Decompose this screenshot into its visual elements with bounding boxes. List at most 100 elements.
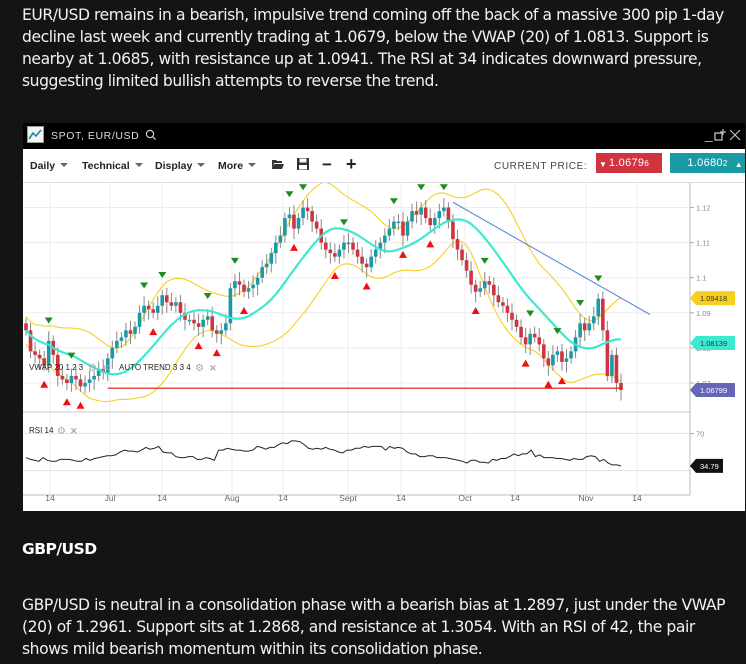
candle-up	[596, 298, 601, 317]
fractal-low-marker	[426, 240, 435, 248]
trend-lines	[107, 201, 651, 389]
fractal-high-marker	[526, 310, 535, 317]
gbpusd-analysis-paragraph: GBP/USD is neutral in a consolidation ph…	[22, 596, 726, 658]
candle-up	[205, 316, 210, 320]
fractal-high-marker	[389, 198, 398, 205]
candle-up	[142, 305, 146, 313]
candle-down	[178, 302, 183, 313]
menu-display[interactable]: Display	[155, 160, 206, 172]
candle-down	[455, 239, 460, 250]
candle-up	[233, 281, 237, 289]
folder-open-icon[interactable]	[271, 157, 285, 171]
fractal-low-marker	[194, 342, 203, 350]
fractal-high-marker	[339, 219, 348, 226]
candle-down	[414, 211, 419, 215]
ask-price-button[interactable]: 1.06802 ▲	[670, 153, 745, 173]
candle-down	[514, 319, 519, 327]
fractal-markers	[40, 184, 603, 409]
rsi-settings-icon: ⚙	[57, 426, 66, 437]
candle-up	[528, 333, 532, 345]
fractal-low-marker	[76, 401, 85, 409]
candle-up	[346, 242, 351, 245]
fractal-high-marker	[594, 275, 603, 282]
x-tick-label: 14	[278, 493, 288, 503]
fractal-high-marker	[203, 293, 212, 299]
fractal-high-marker	[158, 271, 167, 278]
candle-up	[87, 379, 92, 383]
chevron-down-icon	[197, 163, 206, 167]
candle-up	[392, 221, 396, 229]
menu-technical[interactable]: Technical	[82, 160, 143, 172]
x-tick-label: Jul	[105, 493, 116, 503]
candle-up	[119, 337, 124, 341]
close-icon[interactable]	[729, 128, 741, 144]
candle-down	[464, 260, 469, 271]
candle-down	[605, 330, 610, 376]
popout-icon[interactable]	[714, 128, 726, 144]
candle-down	[151, 309, 155, 313]
arrow-down-icon: ▼	[599, 160, 608, 169]
fractal-low-marker	[40, 380, 49, 388]
candle-down	[510, 312, 514, 320]
candle-up	[437, 211, 442, 219]
ask-pip: 2	[722, 159, 728, 168]
candle-up	[405, 221, 410, 236]
candle-down	[505, 305, 510, 313]
candle-up	[569, 351, 573, 359]
fractal-high-marker	[576, 300, 585, 307]
candle-down	[60, 375, 65, 380]
candle-up	[255, 277, 260, 285]
candle-down	[496, 295, 501, 303]
vwap-settings-icon: ⚙	[88, 363, 97, 374]
rsi-panel	[25, 440, 622, 467]
candle-down	[214, 330, 219, 334]
candle-down	[165, 295, 169, 303]
bid-price-button[interactable]: ▼ 1.06796	[596, 153, 662, 173]
gbpusd-heading: GBP/USD	[22, 540, 97, 558]
fractal-low-marker	[398, 250, 407, 258]
candle-down	[546, 358, 551, 366]
lower-band-line	[25, 240, 622, 403]
zoom-in-button[interactable]: +	[346, 154, 357, 175]
candle-up	[92, 375, 96, 380]
candle-up	[278, 235, 283, 243]
candle-up	[219, 330, 224, 334]
fractal-low-marker	[149, 328, 158, 336]
price-chart[interactable]: 1.121.111.11.091.081.071.094181.081391.0…	[23, 183, 745, 511]
rsi-value-label: 34.79	[700, 462, 719, 471]
candle-up	[283, 218, 287, 236]
y-tick-label: 1.1	[696, 274, 706, 283]
fractal-high-marker	[417, 184, 426, 191]
menu-more[interactable]: More	[218, 160, 257, 172]
candle-up	[564, 358, 569, 362]
price-tag-label: 1.08139	[700, 339, 727, 348]
candle-down	[460, 249, 464, 261]
candle-up	[187, 319, 192, 322]
current-price-label: CURRENT PRICE:	[494, 161, 588, 172]
save-icon[interactable]	[296, 157, 310, 171]
candle-up	[69, 375, 74, 383]
menu-daily[interactable]: Daily	[30, 160, 69, 172]
candle-down	[310, 211, 314, 222]
zoom-out-button[interactable]: −	[322, 155, 332, 175]
minimize-icon[interactable]: _	[705, 126, 713, 142]
chevron-down-icon	[248, 163, 257, 167]
chart-widget: SPOT, EUR/USD _ Daily Technical Display …	[23, 123, 745, 511]
candle-down	[614, 354, 619, 383]
candle-up	[482, 281, 487, 289]
candle-down	[355, 249, 360, 257]
candle-down	[446, 207, 451, 222]
fractal-low-marker	[362, 282, 371, 290]
fractal-low-marker	[471, 307, 480, 315]
x-tick-label: Oct	[458, 493, 472, 503]
x-tick-label: Sept	[339, 493, 357, 503]
candle-down	[333, 253, 337, 257]
x-tick-label: 14	[396, 493, 406, 503]
fractal-high-marker	[299, 184, 308, 191]
bollinger-bands	[25, 183, 622, 403]
candle-down	[192, 319, 196, 324]
fractal-high-marker	[439, 184, 448, 191]
vwap-remove-icon: ✕	[102, 363, 110, 373]
rsi-indicator-label: RSI 14	[29, 426, 54, 435]
search-icon[interactable]	[145, 128, 157, 142]
